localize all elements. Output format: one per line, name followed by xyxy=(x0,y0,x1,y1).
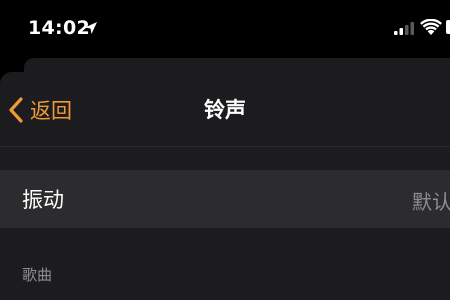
battery-icon xyxy=(446,20,450,34)
page-title: 铃声 xyxy=(204,98,246,122)
navigation-bar: 返回 铃声 xyxy=(0,72,450,147)
wifi-icon xyxy=(420,19,442,35)
vibration-label: 振动 xyxy=(22,188,64,212)
status-bar: 14:02 xyxy=(0,0,450,60)
vibration-value: 默认 xyxy=(412,190,450,214)
screen: 14:02 返回 铃声 振动 默认 歌曲 xyxy=(0,0,450,300)
vibration-row[interactable]: 振动 默认 xyxy=(0,170,450,228)
status-time: 14:02 xyxy=(28,17,90,39)
ringtone-sheet: 返回 铃声 振动 默认 歌曲 xyxy=(0,72,450,300)
songs-section-header: 歌曲 xyxy=(22,266,53,284)
cellular-signal-icon xyxy=(394,22,414,35)
location-arrow-icon xyxy=(85,22,97,34)
